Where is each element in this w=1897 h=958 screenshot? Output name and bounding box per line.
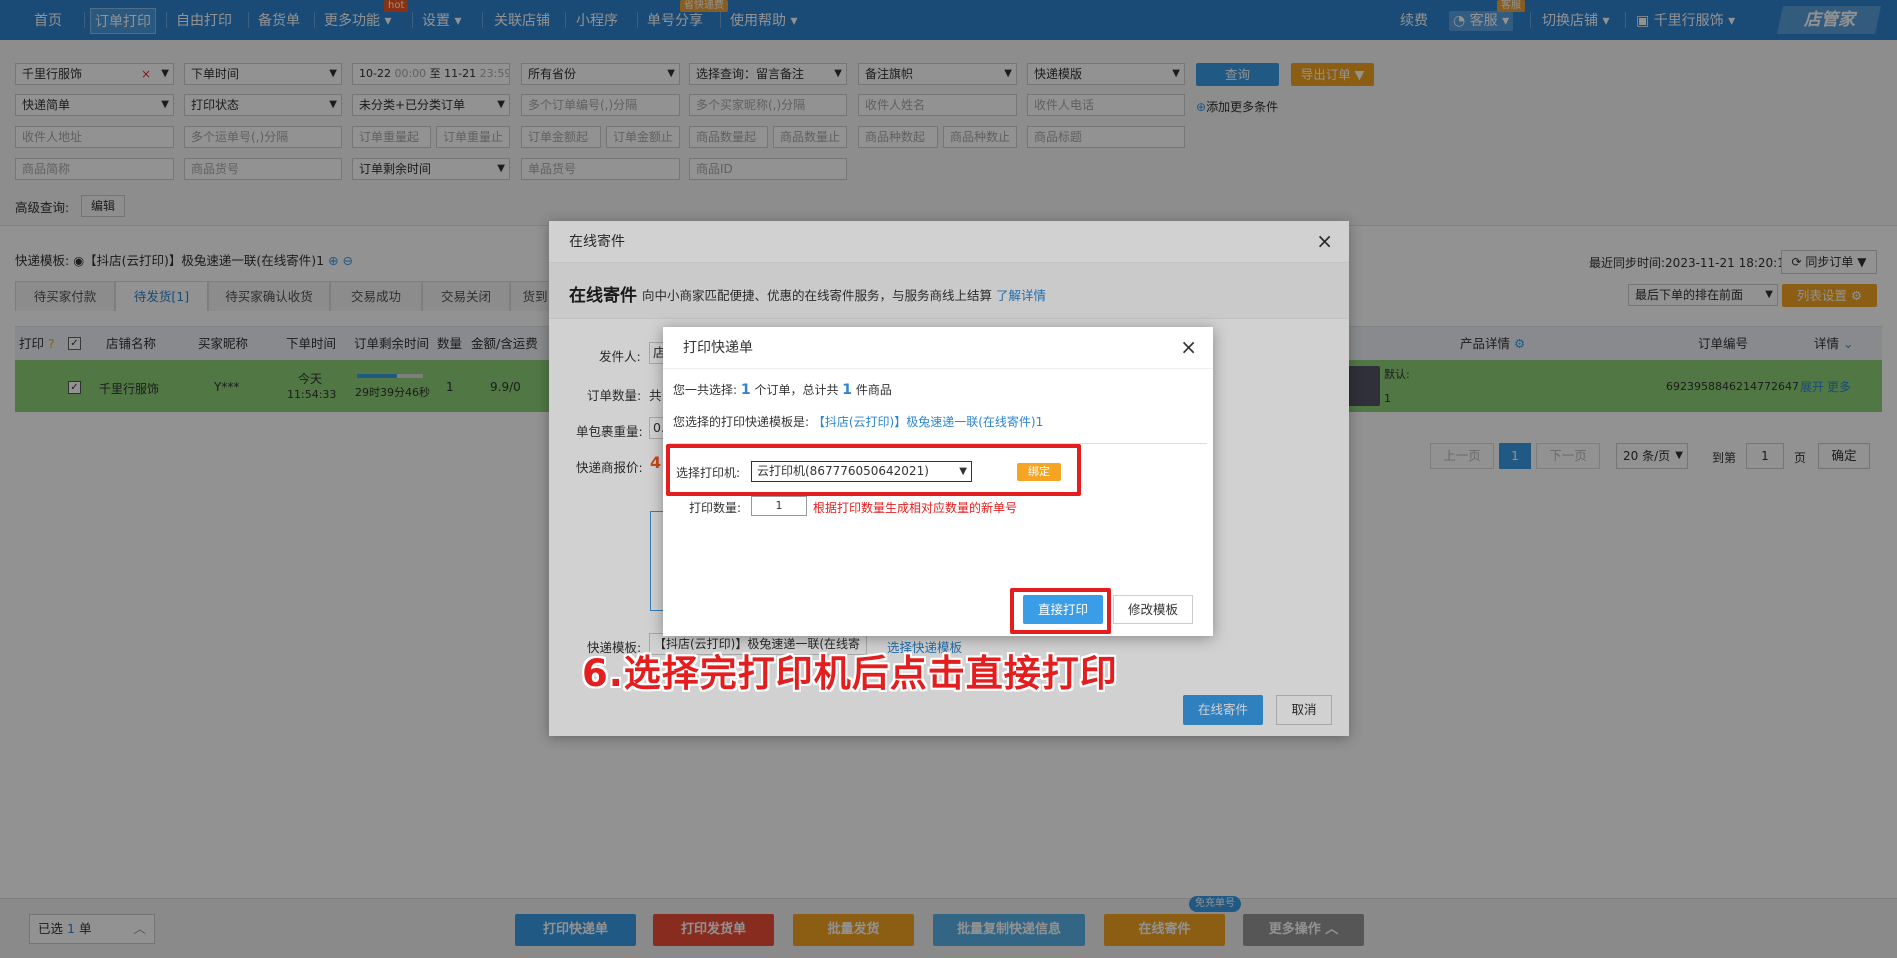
print-button-highlight-box <box>1010 588 1111 634</box>
selection-summary: 您一共选择: 1 个订单，总计共 1 件商品 <box>673 382 892 398</box>
template-name-link[interactable]: 【抖店(云打印)】极兔速递一联(在线寄件)1 <box>813 415 1043 429</box>
printer-highlight-box <box>666 444 1081 496</box>
print-dialog-title: 打印快递单 <box>663 327 1213 369</box>
print-qty-note: 根据打印数量生成相对应数量的新单号 <box>813 501 1018 515</box>
print-qty-label: 打印数量: <box>689 501 742 515</box>
edit-template-button[interactable]: 修改模板 <box>1113 595 1193 624</box>
step-annotation: 6.选择完打印机后点击直接打印 <box>582 652 1118 695</box>
print-qty-input[interactable]: 1 <box>751 496 807 516</box>
close-icon[interactable]: × <box>1180 335 1197 359</box>
selected-template-info: 您选择的打印快递模板是: 【抖店(云打印)】极兔速递一联(在线寄件)1 <box>673 415 1044 429</box>
